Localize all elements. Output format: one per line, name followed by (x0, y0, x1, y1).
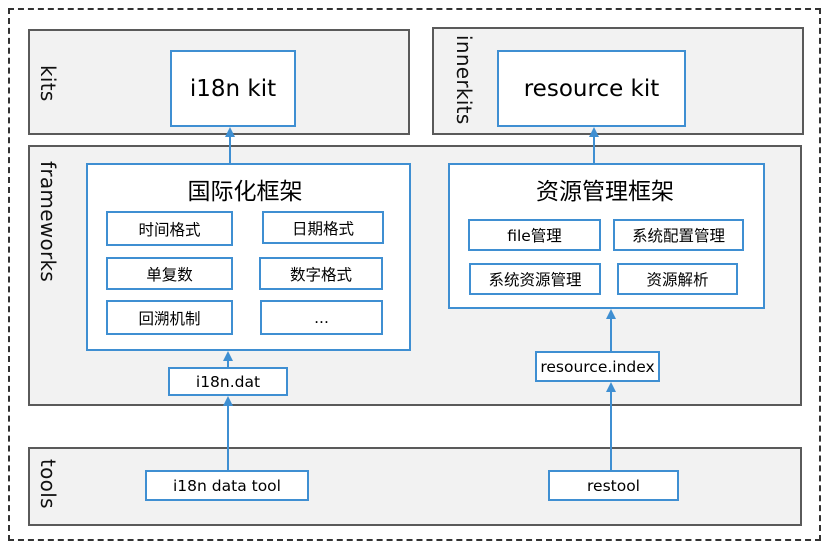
connector-arrows (223, 127, 616, 470)
